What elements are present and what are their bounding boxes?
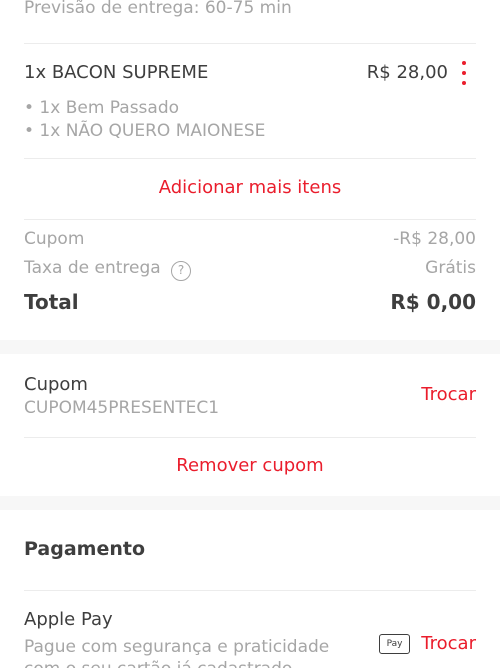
order-item-name: 1x BACON SUPREME	[24, 62, 209, 83]
section-separator	[0, 340, 500, 354]
total-value: R$ 0,00	[390, 290, 476, 314]
delivery-fee-label: Taxa de entrega	[24, 258, 161, 278]
coupon-code: CUPOM45PRESENTEC1	[24, 398, 220, 418]
divider	[24, 219, 476, 220]
divider	[24, 43, 476, 44]
change-payment-button[interactable]: Trocar	[421, 633, 476, 654]
divider	[24, 437, 476, 438]
order-item-price: R$ 28,00	[366, 62, 448, 83]
add-more-items-link[interactable]: Adicionar mais itens	[0, 177, 500, 198]
summary-coupon-value: -R$ 28,00	[393, 229, 476, 249]
order-item-option: • 1x Bem Passado	[24, 98, 180, 118]
more-vertical-icon[interactable]	[458, 61, 470, 85]
help-circle-icon[interactable]: ?	[171, 261, 191, 281]
payment-section-title: Pagamento	[24, 538, 146, 560]
delivery-fee-value: Grátis	[425, 258, 476, 278]
checkout-page: Previsão de entrega: 60-75 min 1x BACON …	[0, 0, 500, 668]
order-item-option: • 1x NÃO QUERO MAIONESE	[24, 121, 266, 141]
total-label: Total	[24, 290, 79, 314]
delivery-estimate: Previsão de entrega: 60-75 min	[24, 0, 292, 18]
remove-coupon-button[interactable]: Remover cupom	[0, 455, 500, 476]
section-separator	[0, 496, 500, 510]
change-coupon-button[interactable]: Trocar	[421, 384, 476, 405]
payment-method-description: Pague com segurança e praticidade com o …	[24, 637, 330, 668]
divider	[24, 590, 476, 591]
divider	[24, 158, 476, 159]
apple-pay-icon: Pay	[379, 634, 410, 654]
coupon-section-title: Cupom	[24, 374, 88, 395]
apple-pay-badge-label: Pay	[386, 639, 403, 649]
payment-method-name: Apple Pay	[24, 609, 113, 630]
summary-coupon-label: Cupom	[24, 229, 85, 249]
